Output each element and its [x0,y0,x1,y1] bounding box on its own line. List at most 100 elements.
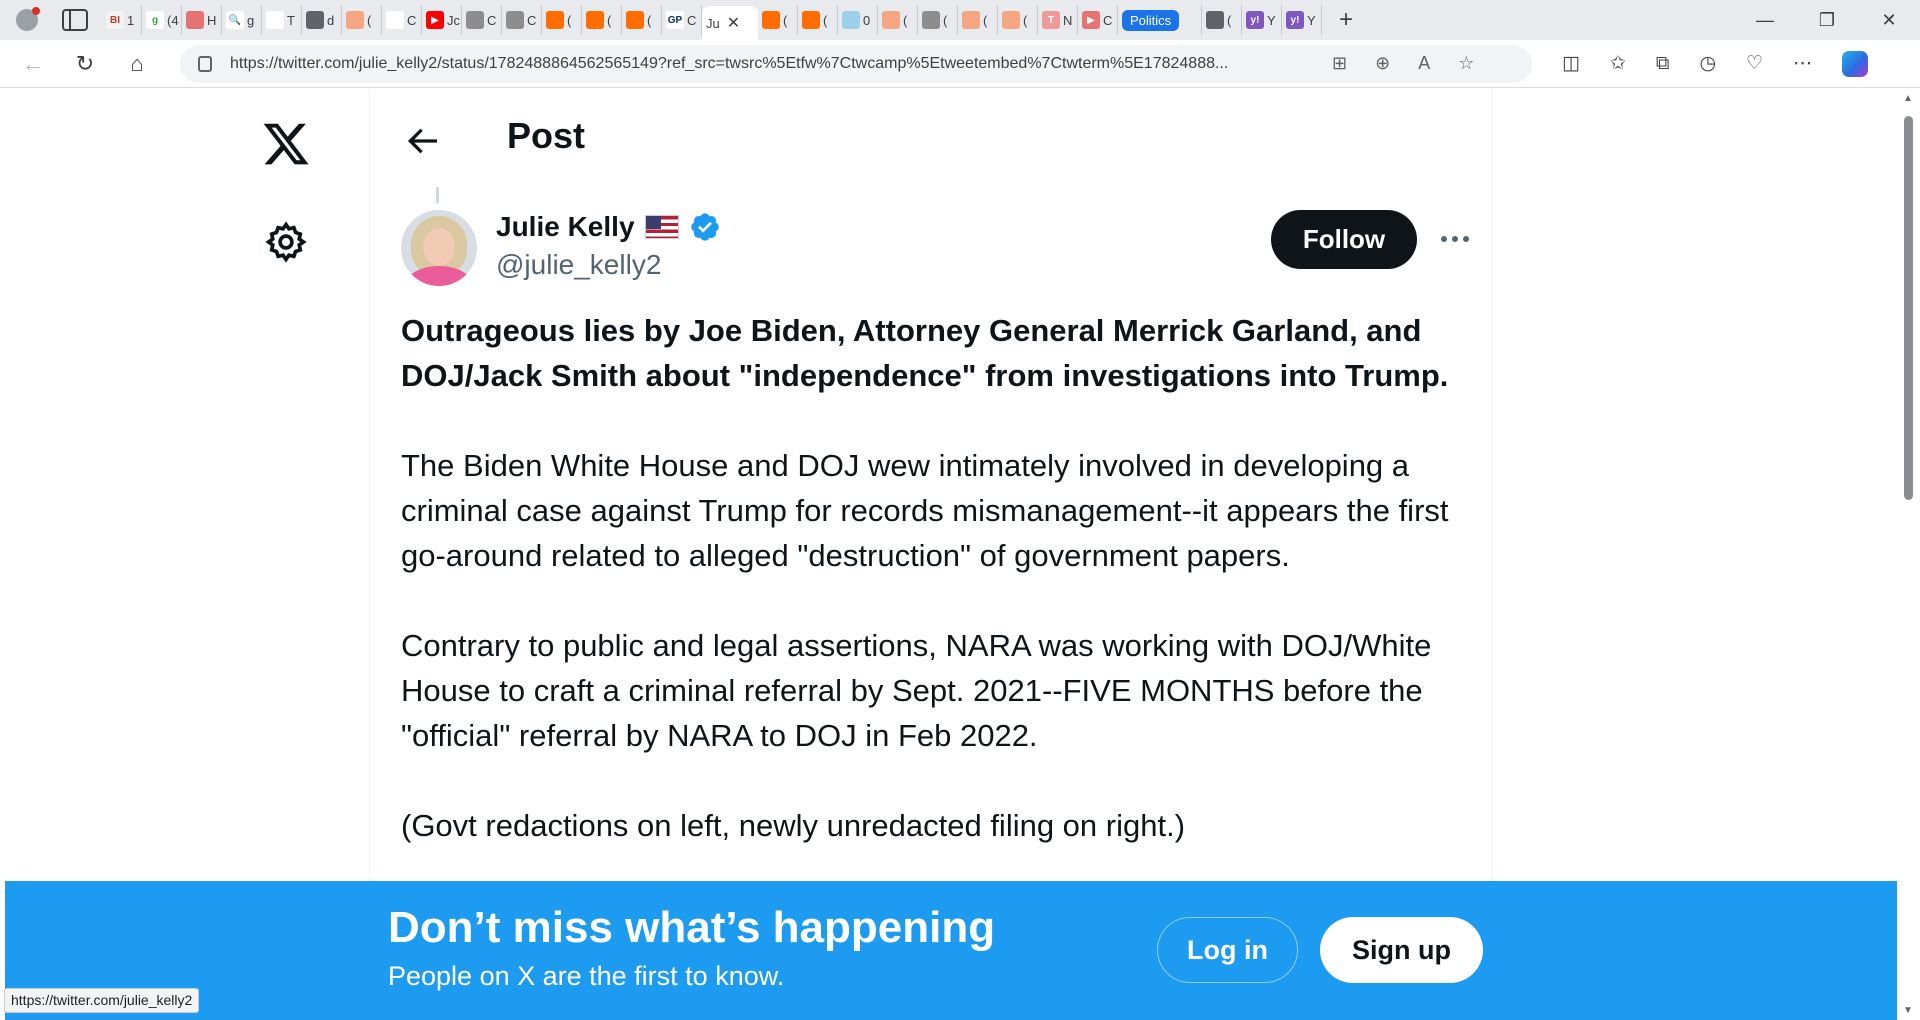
browser-tab[interactable]: 0 [838,5,878,35]
tab-label: T [287,12,295,28]
status-bar-url: https://twitter.com/julie_kelly2 [4,988,200,1013]
copilot-icon[interactable] [1842,50,1869,77]
tab-label: H [207,12,217,28]
tab-label: ( [607,12,612,28]
tweet-text: Outrageous lies by Joe Biden, Attorney G… [401,308,1481,893]
new-tab-icon[interactable]: + [1328,6,1364,34]
browser-tab[interactable]: GP C [662,5,702,35]
url-text[interactable]: https://twitter.com/julie_kelly2/status/… [230,55,1310,73]
restore-icon[interactable]: ❐ [1796,0,1858,40]
scroll-down-icon[interactable]: ▼ [1903,1005,1913,1016]
profile-avatar-icon[interactable] [10,3,44,37]
tab-label: ( [983,12,988,28]
browser-tab[interactable]: ( [878,5,918,35]
browser-tab[interactable]: ( [342,5,382,35]
tab-favicon-icon: g [146,11,164,29]
home-icon[interactable]: ⌂ [118,45,156,83]
minimize-icon[interactable]: — [1734,0,1796,40]
split-screen-icon[interactable]: ◫ [1562,52,1580,75]
browser-tab[interactable]: y! Y [1242,5,1282,35]
x-logo-icon[interactable] [259,119,313,169]
read-aloud-icon[interactable]: A [1418,53,1430,74]
tab-favicon-icon: ▶ [426,11,444,29]
tab-favicon-icon [266,11,284,29]
tab-label: ( [1023,12,1028,28]
login-button[interactable]: Log in [1157,917,1298,983]
app-available-icon[interactable]: ⊞ [1332,53,1347,74]
follow-button[interactable]: Follow [1271,210,1417,269]
browser-tab[interactable]: C [382,5,422,35]
lock-icon[interactable] [198,55,212,72]
refresh-icon[interactable]: ↻ [66,45,104,83]
browser-tab[interactable]: 🔍 g [222,5,262,35]
browser-tab[interactable]: H [182,5,222,35]
tab-group-label: Politics [1122,9,1180,31]
tab-actions-icon[interactable] [62,9,88,31]
browser-tab[interactable]: ( [918,5,958,35]
tab-label: N [1063,12,1073,28]
collections-icon[interactable]: ⧉ [1656,53,1670,75]
browser-tab[interactable]: ( [542,5,582,35]
close-window-icon[interactable]: ✕ [1858,0,1920,40]
page-scrollbar[interactable]: ▲ ▼ [1898,89,1920,1020]
history-icon[interactable]: ◷ [1699,52,1716,75]
tab-favicon-icon: ▶ [1082,11,1100,29]
browser-tab[interactable]: ▶ C [1078,5,1118,35]
browser-tab[interactable]: ( [622,5,662,35]
browser-tab[interactable]: TN [1038,5,1078,35]
tab-label: (4 [167,12,179,28]
url-bar[interactable]: https://twitter.com/julie_kelly2/status/… [180,44,1532,83]
tab-label: d [327,12,335,28]
browser-tab-active[interactable]: Ju ✕ [702,6,758,40]
author-name[interactable]: Julie Kelly [496,211,635,243]
more-options-icon[interactable] [1431,215,1479,263]
tweet-paragraph: (Govt redactions on left, newly unredact… [401,808,1186,843]
browser-tab[interactable]: g (4 [142,5,182,35]
browser-tab[interactable]: ( [998,5,1038,35]
tweet-paragraph: Contrary to public and legal assertions,… [401,628,1432,753]
tab-favicon-icon [626,11,644,29]
browser-tab[interactable]: C [502,5,542,35]
browser-tab[interactable]: T [262,5,302,35]
browser-tab[interactable]: ( [1202,5,1242,35]
author-name-row: Julie Kelly [496,211,721,243]
browser-tab[interactable]: ▶ Jc [422,5,462,35]
back-arrow-icon[interactable] [402,121,442,161]
tab-label: C [487,12,497,28]
us-flag-icon [644,215,679,239]
browser-tab[interactable]: ( [958,5,998,35]
tab-label: Ju [706,15,720,31]
window-controls: — ❐ ✕ [1734,0,1920,40]
settings-more-icon[interactable]: ⋯ [1793,52,1812,75]
zoom-icon[interactable]: ⊕ [1375,53,1390,74]
tab-group-chip[interactable]: Politics [1118,5,1202,35]
settings-gear-icon[interactable] [264,220,308,264]
close-tab-icon[interactable]: ✕ [727,13,740,33]
tab-favicon-icon: 🔍 [226,11,244,29]
verified-badge-icon[interactable] [689,211,721,243]
back-icon[interactable]: ← [14,45,52,83]
tab-label: C [527,12,537,28]
browser-essentials-icon[interactable]: ♡ [1746,52,1763,75]
browser-tab[interactable]: ( [582,5,622,35]
browser-tab[interactable]: C [462,5,502,35]
author-handle[interactable]: @julie_kelly2 [496,249,661,281]
scroll-thumb[interactable] [1904,116,1913,500]
tab-label: ( [567,12,572,28]
tab-favicon-icon [546,11,564,29]
scroll-up-icon[interactable]: ▲ [1903,93,1913,104]
favorite-star-icon[interactable]: ☆ [1458,53,1474,74]
tab-favicon-icon [882,11,900,29]
favorites-icon[interactable]: ✩ [1610,52,1626,75]
browser-tab[interactable]: BI 1 [102,5,142,35]
tab-favicon-icon [586,11,604,29]
browser-tab[interactable]: d [302,5,342,35]
tab-favicon-icon [306,11,324,29]
browser-tab[interactable]: ( [798,5,838,35]
avatar[interactable] [401,210,477,286]
browser-tab[interactable]: ( [758,5,798,35]
signup-button[interactable]: Sign up [1320,917,1483,983]
signup-banner: Don’t miss what’s happening People on X … [5,881,1897,1020]
browser-tab[interactable]: y! Y [1282,5,1322,35]
page-viewport: Post Julie Kelly @julie_kelly2 Follow Ou… [5,89,1897,1020]
